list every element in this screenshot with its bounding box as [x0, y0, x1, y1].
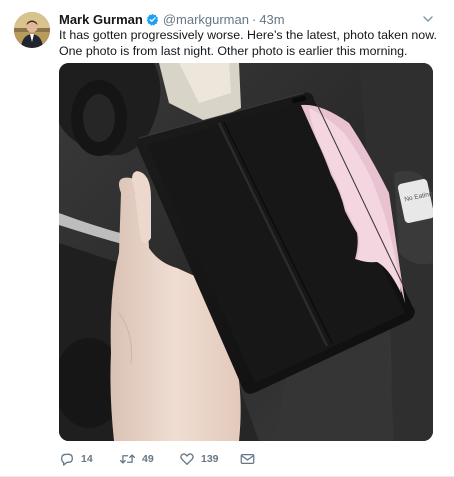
retweet-icon	[119, 454, 136, 464]
like-count: 139	[201, 453, 219, 465]
tweet-text: It has gotten progressively worse. Here’…	[59, 28, 437, 58]
avatar-image	[14, 12, 50, 48]
author-handle[interactable]: @markgurman	[163, 12, 249, 27]
reply-count: 14	[81, 453, 93, 465]
retweet-count: 49	[142, 453, 154, 465]
author-name[interactable]: Mark Gurman	[59, 12, 143, 27]
tweet-photo[interactable]: No Eating Please	[59, 63, 433, 441]
tweet-actions: 14 49 139	[59, 449, 260, 469]
tweet-header: Mark Gurman @markgurman · 43m	[59, 11, 434, 27]
phone-photo: No Eating Please	[59, 63, 433, 441]
reply-icon	[61, 453, 73, 466]
envelope-icon	[240, 454, 255, 464]
like-button[interactable]: 139	[179, 451, 240, 467]
verified-badge-icon	[146, 13, 158, 26]
reply-button[interactable]: 14	[59, 451, 119, 467]
tweet-card[interactable]: Mark Gurman @markgurman · 43m It has got…	[0, 0, 454, 477]
retweet-button[interactable]: 49	[119, 451, 179, 467]
tweet-timestamp[interactable]: 43m	[259, 12, 284, 27]
direct-message-button[interactable]	[240, 452, 260, 466]
heart-icon	[180, 453, 194, 465]
chevron-down-icon[interactable]	[422, 13, 434, 25]
header-separator: ·	[251, 11, 257, 27]
avatar[interactable]	[14, 12, 50, 48]
